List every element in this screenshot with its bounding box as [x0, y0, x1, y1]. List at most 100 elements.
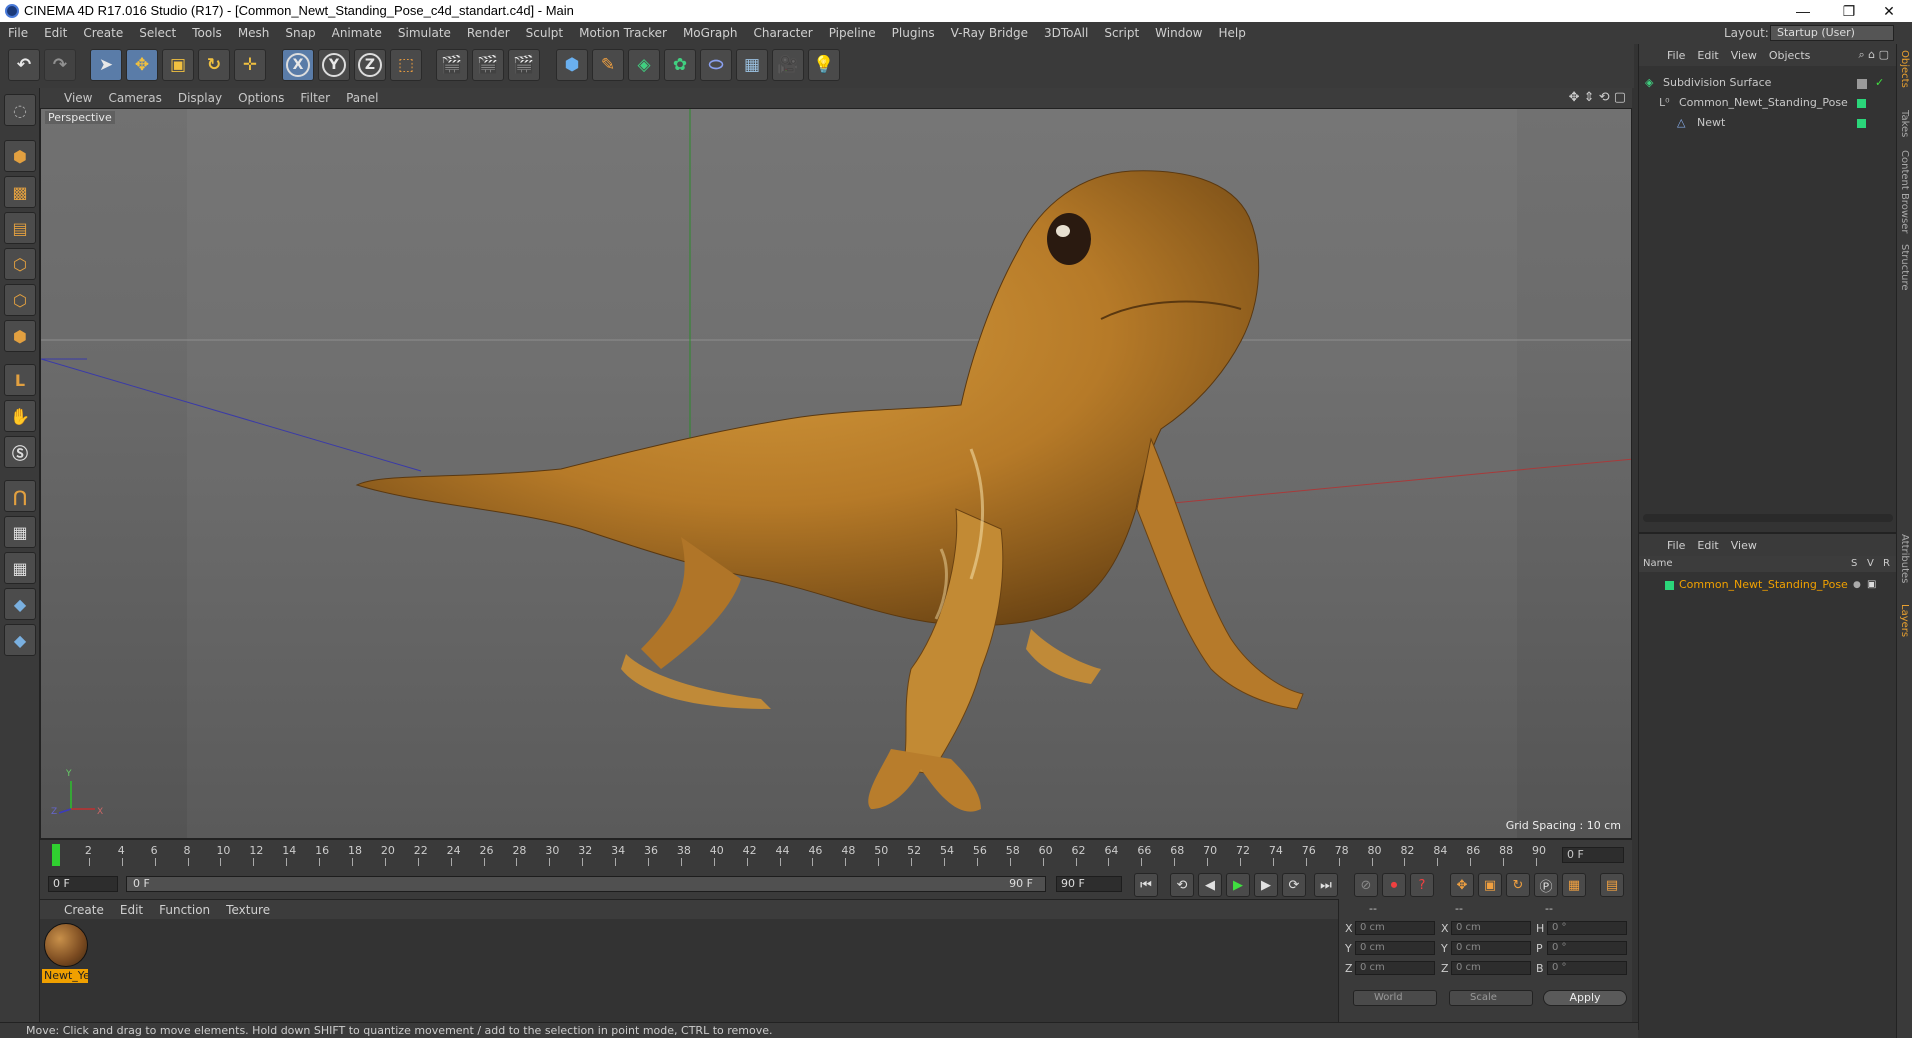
end-frame-field[interactable]: 90 F	[1056, 876, 1122, 892]
menu-edit[interactable]: Edit	[36, 22, 75, 44]
rotation-key-icon[interactable]: ↻	[1506, 873, 1530, 897]
rotate-icon[interactable]: ↻	[198, 49, 230, 81]
menu-vray-bridge[interactable]: V-Ray Bridge	[943, 22, 1036, 44]
recent-tool-icon[interactable]: ✛	[234, 49, 266, 81]
menu-animate[interactable]: Animate	[324, 22, 390, 44]
viewport-perspective[interactable]: Perspective Y Z X Grid Spacing : 10 cm	[40, 108, 1632, 839]
layer-menu-edit[interactable]: Edit	[1691, 535, 1724, 557]
object-search-icon[interactable]: ⌕ ⌂ ▢	[1858, 44, 1889, 66]
size-z-field[interactable]: 0 cm	[1451, 961, 1531, 975]
layer-menu-file[interactable]: File	[1661, 535, 1691, 557]
coordinate-mode-select[interactable]: Scale	[1449, 990, 1533, 1006]
object-horizontal-scrollbar[interactable]	[1643, 514, 1893, 522]
pos-z-field[interactable]: 0 cm	[1355, 961, 1435, 975]
axis-mode-icon[interactable]: L	[4, 364, 36, 396]
material-menu-create[interactable]: Create	[40, 900, 112, 920]
close-button[interactable]: ✕	[1866, 0, 1912, 22]
render-view-icon[interactable]: 🎬	[436, 49, 468, 81]
menu-file[interactable]: File	[0, 22, 36, 44]
cube-primitive-icon[interactable]: ⬢	[556, 49, 588, 81]
object-tag-icon[interactable]	[1857, 79, 1867, 89]
live-selection-icon[interactable]: ➤	[90, 49, 122, 81]
cloner-icon[interactable]: ✿	[664, 49, 696, 81]
undo-icon[interactable]: ↶	[8, 49, 40, 81]
menu-snap[interactable]: Snap	[277, 22, 323, 44]
redo-icon[interactable]: ↷	[44, 49, 76, 81]
object-menu-edit[interactable]: Edit	[1691, 45, 1724, 67]
tab-takes[interactable]: Takes	[1899, 110, 1910, 137]
floor-icon[interactable]: ▦	[736, 49, 768, 81]
viewport-menu-filter[interactable]: Filter	[292, 88, 338, 108]
menu-mesh[interactable]: Mesh	[230, 22, 278, 44]
enabled-check-icon[interactable]: ✓	[1875, 74, 1884, 92]
lock-workplane-icon[interactable]: ▦	[4, 516, 36, 548]
layer-color-icon[interactable]	[1857, 99, 1866, 108]
menu-create[interactable]: Create	[75, 22, 131, 44]
position-key-icon[interactable]: ✥	[1450, 873, 1474, 897]
menu-character[interactable]: Character	[745, 22, 820, 44]
move-icon[interactable]: ✥	[126, 49, 158, 81]
object-row[interactable]: ◈ Subdivision Surface ✓	[1639, 74, 1897, 92]
planar-workplane-icon[interactable]: ▦	[4, 552, 36, 584]
points-mode-icon[interactable]: ⬡	[4, 248, 36, 280]
layer-color-icon[interactable]	[1857, 119, 1866, 128]
tab-content-browser[interactable]: Content Browser	[1899, 150, 1910, 233]
object-row[interactable]: L⁰ Common_Newt_Standing_Pose	[1639, 94, 1897, 112]
rot-b-field[interactable]: 0 °	[1547, 961, 1627, 975]
pos-y-field[interactable]: 0 cm	[1355, 941, 1435, 955]
ruler[interactable]: 0246810121416182022242628303234363840424…	[48, 840, 1558, 870]
object-menu-objects[interactable]: Objects	[1763, 45, 1817, 67]
snapping-icon[interactable]: Ⓢ	[4, 436, 36, 468]
go-to-start-icon[interactable]: ⏮	[1134, 873, 1158, 897]
tweak-mode-icon[interactable]: ✋	[4, 400, 36, 432]
menu-tools[interactable]: Tools	[184, 22, 230, 44]
start-frame-field[interactable]: 0 F	[48, 876, 118, 892]
viewport-menu-panel[interactable]: Panel	[338, 88, 386, 108]
record-active-icon[interactable]: ⊘	[1354, 873, 1378, 897]
timeline-window-icon[interactable]: ▤	[1600, 873, 1624, 897]
workplane-icon[interactable]: ▤	[4, 212, 36, 244]
material-preview[interactable]	[44, 923, 88, 967]
light-icon[interactable]: 💡	[808, 49, 840, 81]
next-key-icon[interactable]: ⟳	[1282, 873, 1306, 897]
previous-frame-icon[interactable]: ◀	[1198, 873, 1222, 897]
rot-h-field[interactable]: 0 °	[1547, 921, 1627, 935]
menu-mograph[interactable]: MoGraph	[675, 22, 746, 44]
object-row[interactable]: △ Newt	[1639, 114, 1897, 132]
frame-range-slider[interactable]: 0 F 90 F	[126, 876, 1046, 892]
camera-icon[interactable]: 🎥	[772, 49, 804, 81]
coordinate-system-icon[interactable]: ⬚	[390, 49, 422, 81]
pos-x-field[interactable]: 0 cm	[1355, 921, 1435, 935]
minimize-button[interactable]: —	[1780, 0, 1826, 22]
menu-motion-tracker[interactable]: Motion Tracker	[571, 22, 675, 44]
material-menu-edit[interactable]: Edit	[112, 900, 151, 920]
playhead[interactable]	[52, 844, 60, 866]
menu-script[interactable]: Script	[1096, 22, 1147, 44]
texture-mode-icon[interactable]: ▩	[4, 176, 36, 208]
object-menu-view[interactable]: View	[1725, 45, 1763, 67]
polygons-mode-icon[interactable]: ⬢	[4, 320, 36, 352]
subdivision-surface-icon[interactable]: ◈	[628, 49, 660, 81]
viewport-menu-display[interactable]: Display	[170, 88, 230, 108]
material-menu-texture[interactable]: Texture	[218, 900, 278, 920]
z-axis-lock-icon[interactable]: Z	[354, 49, 386, 81]
menu-window[interactable]: Window	[1147, 22, 1210, 44]
autokey-icon[interactable]: ⏺	[1382, 873, 1406, 897]
x-axis-lock-icon[interactable]: X	[282, 49, 314, 81]
next-frame-icon[interactable]: ▶	[1254, 873, 1278, 897]
edges-mode-icon[interactable]: ⬡	[4, 284, 36, 316]
menu-simulate[interactable]: Simulate	[390, 22, 459, 44]
previous-key-icon[interactable]: ⟲	[1170, 873, 1194, 897]
menu-select[interactable]: Select	[131, 22, 184, 44]
menu-help[interactable]: Help	[1210, 22, 1253, 44]
rot-p-field[interactable]: 0 °	[1547, 941, 1627, 955]
go-to-end-icon[interactable]: ⏭	[1314, 873, 1338, 897]
model-mode-icon[interactable]: ⬢	[4, 140, 36, 172]
layout-select[interactable]: Startup (User)	[1770, 25, 1894, 41]
menu-pipeline[interactable]: Pipeline	[821, 22, 884, 44]
python-script-icon[interactable]: ◆	[4, 624, 36, 656]
python-icon[interactable]: ◆	[4, 588, 36, 620]
deformer-icon[interactable]: ⬭	[700, 49, 732, 81]
menu-3dtoall[interactable]: 3DToAll	[1036, 22, 1096, 44]
tab-layers[interactable]: Layers	[1899, 604, 1910, 637]
